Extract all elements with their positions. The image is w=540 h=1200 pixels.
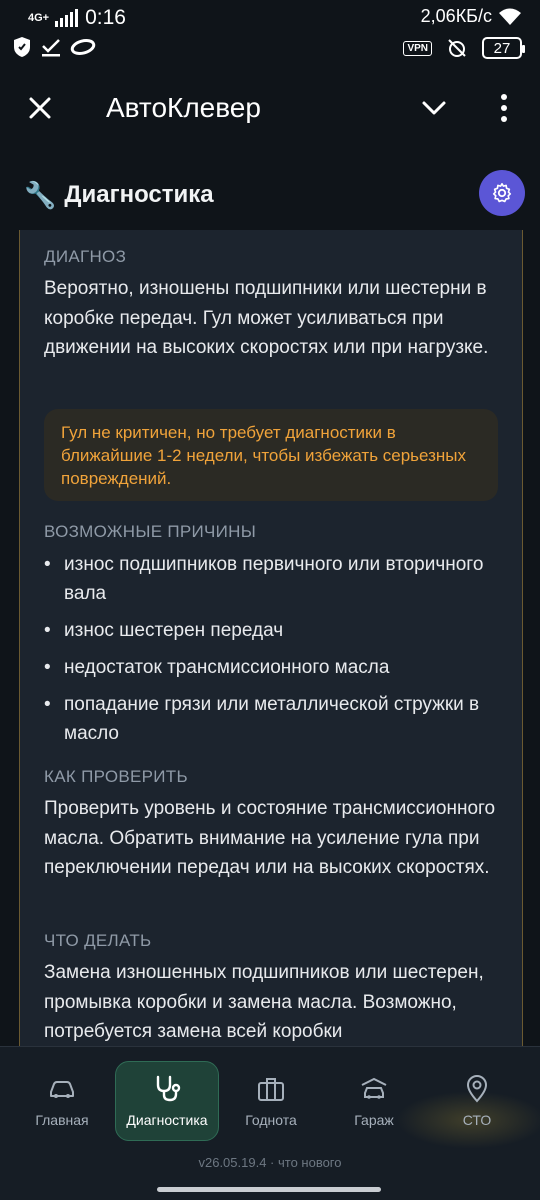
list-item: износ шестерен передач — [44, 616, 504, 645]
alarm-off-icon — [448, 39, 466, 57]
home-indicator[interactable] — [157, 1187, 381, 1192]
nav-item-goodies[interactable]: Годнота — [219, 1061, 323, 1141]
signal-icon — [55, 9, 79, 27]
vpn-badge: VPN — [403, 40, 432, 56]
battery-indicator: 27 — [482, 37, 525, 59]
nav-item-garage[interactable]: Гараж — [322, 1061, 426, 1141]
nav-item-diagnostics[interactable]: Диагностика — [115, 1061, 219, 1141]
network-speed: 2,06КБ/с — [420, 6, 492, 26]
version-link[interactable]: v26.05.19.4 · что нового — [0, 1155, 540, 1170]
link-icon — [70, 39, 96, 55]
briefcase-icon — [255, 1074, 287, 1104]
causes-list: износ подшипников первичного или вторичн… — [44, 550, 504, 756]
shield-icon — [14, 37, 30, 57]
app-bar: АвтоКлевер — [0, 72, 540, 144]
check-text: Проверить уровень и состояние трансмисси… — [44, 798, 496, 878]
todo-text: Замена изношенных подшипников или шестер… — [44, 962, 484, 1042]
bottom-nav: Главная Диагностика Годнота Гараж СТО v2… — [0, 1046, 540, 1200]
list-item: износ подшипников первичного или вторичн… — [44, 550, 504, 608]
close-icon[interactable] — [24, 92, 56, 124]
more-vert-icon[interactable] — [494, 92, 514, 124]
diagnosis-card: ДИАГНОЗ Вероятно, изношены подшипники ил… — [19, 230, 523, 1110]
section-header: 🔧 Диагностика — [24, 176, 214, 214]
wrench-icon: 🔧 — [24, 179, 57, 210]
stethoscope-icon — [151, 1074, 183, 1104]
wifi-icon — [499, 8, 521, 25]
todo-label: ЧТО ДЕЛАТЬ — [44, 931, 152, 950]
status-bar: 4G+ 0:16 2,06КБ/с VPN 27 — [0, 0, 540, 70]
download-check-icon — [42, 39, 60, 57]
list-item: попадание грязи или металлической стружк… — [44, 690, 504, 748]
section-title: Диагностика — [64, 181, 214, 208]
diagnosis-text: Вероятно, изношены подшипники или шестер… — [44, 278, 489, 358]
warning-box: Гул не критичен, но требует диагностики … — [44, 409, 498, 501]
chevron-down-icon[interactable] — [420, 96, 448, 120]
nav-item-service[interactable]: СТО — [425, 1061, 529, 1141]
settings-button[interactable] — [479, 170, 525, 216]
causes-label: ВОЗМОЖНЫЕ ПРИЧИНЫ — [44, 522, 257, 541]
car-icon — [46, 1074, 78, 1104]
list-item: недостаток трансмиссионного масла — [44, 653, 504, 682]
location-pin-icon — [461, 1074, 493, 1104]
nav-item-home[interactable]: Главная — [10, 1061, 114, 1141]
network-type: 4G+ — [28, 12, 50, 24]
app-title: АвтоКлевер — [106, 92, 261, 123]
gear-icon — [492, 183, 512, 203]
garage-car-icon — [358, 1074, 390, 1104]
check-label: КАК ПРОВЕРИТЬ — [44, 767, 188, 786]
diagnosis-label: ДИАГНОЗ — [44, 247, 127, 266]
clock: 0:16 — [85, 6, 126, 29]
